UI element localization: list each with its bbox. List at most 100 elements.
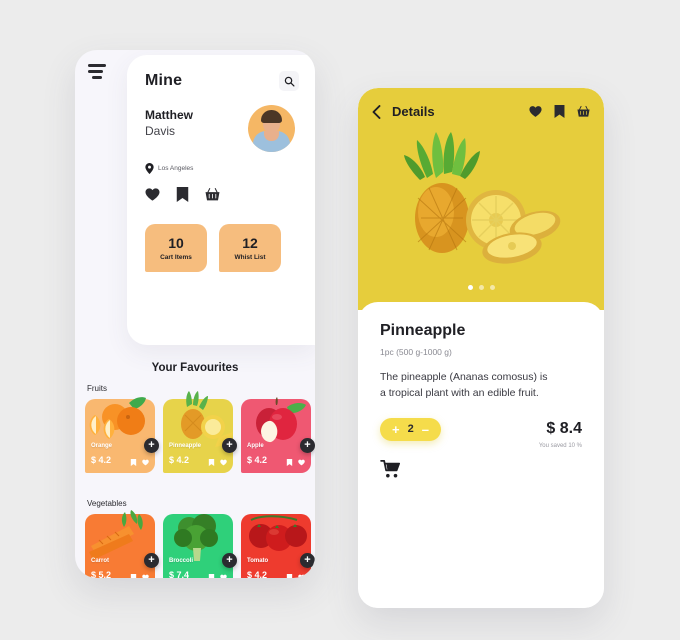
card-actions	[130, 459, 149, 466]
add-to-cart-button[interactable]: +	[222, 553, 237, 568]
heart-icon[interactable]	[142, 574, 149, 578]
heart-icon[interactable]	[220, 459, 227, 466]
user-last-name: Davis	[145, 124, 176, 138]
decrease-button[interactable]: –	[422, 423, 429, 436]
heart-icon[interactable]	[298, 459, 305, 466]
hamburger-line	[92, 76, 102, 79]
profile-quick-actions	[145, 187, 299, 202]
bookmark-icon[interactable]	[130, 459, 137, 466]
bookmark-icon[interactable]	[553, 105, 566, 118]
product-card-carrot[interactable]: Carrot $ 5.2 +	[85, 510, 159, 578]
basket-icon[interactable]	[205, 187, 220, 202]
pineapple-crown	[404, 132, 480, 180]
card-actions	[208, 574, 227, 578]
profile-screen: Mine Matthew Davis Los Angeles 10 Cart I…	[75, 50, 315, 578]
basket-icon[interactable]	[577, 105, 590, 118]
carousel-dot[interactable]	[489, 285, 495, 290]
carousel-dots	[358, 285, 604, 290]
bookmark-icon[interactable]	[175, 187, 190, 202]
product-card-broccoli[interactable]: Broccoli $ 7.4 +	[163, 514, 237, 578]
card-title: Carrot	[91, 558, 110, 564]
detail-header-actions	[529, 105, 590, 118]
user-first-name: Matthew	[145, 108, 193, 122]
purchase-row: + 2 – $ 8.4 You saved 10 %	[380, 417, 582, 449]
quantity-value: 2	[407, 422, 414, 435]
stat-value: 12	[242, 235, 258, 251]
quantity-stepper[interactable]: + 2 –	[380, 417, 441, 441]
heart-icon[interactable]	[220, 574, 227, 578]
avatar-hair	[261, 110, 282, 123]
avatar[interactable]	[248, 105, 295, 152]
card-title: Broccoli	[169, 558, 194, 564]
product-detail-screen: Details Pinneapple 1pc (500 g-1000 g) Th…	[358, 88, 604, 608]
screenshot-root: Mine Matthew Davis Los Angeles 10 Cart I…	[0, 0, 680, 640]
hero-banner: Details	[358, 88, 604, 310]
carousel-dot[interactable]	[478, 285, 484, 290]
favourites-title: Your Favourites	[151, 362, 239, 374]
card-actions	[286, 574, 305, 578]
profile-stats: 10 Cart Items 12 Whist List	[145, 224, 299, 272]
shopping-cart-icon[interactable]	[380, 459, 402, 478]
bookmark-icon[interactable]	[286, 459, 293, 466]
add-to-cart-button[interactable]: +	[144, 438, 159, 453]
hamburger-icon[interactable]	[88, 64, 110, 79]
card-price: $ 4.2	[169, 455, 190, 465]
search-icon[interactable]	[279, 71, 299, 91]
increase-button[interactable]: +	[392, 423, 400, 436]
card-price: $ 4.2	[91, 455, 112, 465]
heart-icon[interactable]	[298, 574, 305, 578]
detail-header-left: Details	[372, 104, 435, 119]
profile-card: Mine Matthew Davis Los Angeles 10 Cart I…	[127, 55, 315, 345]
stat-label: Cart Items	[160, 254, 192, 261]
detail-title: Details	[392, 104, 435, 119]
chevron-left-icon[interactable]	[372, 104, 381, 119]
product-description: The pineapple (Ananas comosus) is a trop…	[380, 371, 548, 400]
detail-sheet: Pinneapple 1pc (500 g-1000 g) The pineap…	[358, 302, 604, 608]
hamburger-line	[88, 64, 106, 67]
add-to-cart-button[interactable]: +	[300, 438, 315, 453]
location-label: Los Angeles	[158, 165, 194, 172]
add-to-cart-button[interactable]: +	[144, 553, 159, 568]
card-title: Orange	[91, 443, 113, 449]
stat-cart-items[interactable]: 10 Cart Items	[145, 224, 207, 272]
heart-icon[interactable]	[142, 459, 149, 466]
card-price: $ 4.2	[247, 455, 268, 465]
card-title: Pinneapple	[169, 443, 202, 449]
bookmark-icon[interactable]	[130, 574, 137, 578]
heart-icon[interactable]	[529, 105, 542, 118]
profile-header: Mine	[145, 71, 299, 91]
page-title: Mine	[145, 72, 183, 89]
hamburger-line	[88, 70, 103, 73]
stat-whist-list[interactable]: 12 Whist List	[219, 224, 281, 272]
product-card-orange[interactable]: Orange $ 4.2 +	[85, 397, 159, 473]
bookmark-icon[interactable]	[286, 574, 293, 578]
card-price: $ 7.4	[169, 570, 190, 578]
product-price: $ 8.4	[546, 419, 582, 437]
product-card-pinneapple[interactable]: Pinneapple $ 4.2 +	[163, 391, 237, 473]
card-title: Tomato	[247, 558, 269, 564]
product-subtitle: 1pc (500 g-1000 g)	[380, 347, 452, 357]
user-names: Matthew Davis	[145, 108, 193, 140]
search-glyph	[284, 76, 295, 87]
stat-value: 10	[168, 235, 184, 251]
detail-header: Details	[372, 104, 590, 119]
card-title: Apple	[247, 443, 264, 449]
product-card-apple[interactable]: Apple $ 4.2 +	[241, 397, 315, 473]
card-price: $ 5.2	[91, 570, 112, 578]
vegetables-card-row: Carrot $ 5.2 + Broccoli $ 7.4 + Tomato $…	[85, 510, 315, 578]
price-block: $ 8.4 You saved 10 %	[539, 418, 582, 449]
carousel-dot-active[interactable]	[467, 285, 473, 290]
card-actions	[208, 459, 227, 466]
card-actions	[286, 459, 305, 466]
pineapple-image	[404, 132, 561, 264]
bookmark-icon[interactable]	[208, 574, 215, 578]
card-actions	[130, 574, 149, 578]
bookmark-icon[interactable]	[208, 459, 215, 466]
stat-label: Whist List	[234, 254, 266, 261]
fruits-card-row: Orange $ 4.2 + Pinneapple $ 4.2 + Apple …	[85, 391, 315, 473]
product-card-tomato[interactable]: Tomato $ 4.2 +	[241, 514, 315, 578]
add-to-cart-button[interactable]: +	[222, 438, 237, 453]
product-title: Pinneapple	[380, 322, 466, 339]
add-to-cart-button[interactable]: +	[300, 553, 315, 568]
heart-icon[interactable]	[145, 187, 160, 202]
